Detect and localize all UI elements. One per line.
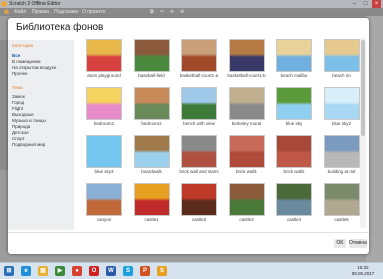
backdrop-label[interactable]: beach rio [320, 73, 364, 79]
backdrop-thumbnail[interactable] [181, 183, 217, 216]
scratch-icon[interactable]: S [157, 266, 167, 276]
menu-bar: ▣ Файл Правка Подсказки О проекте ⧉ ✂ ✢ … [0, 8, 383, 16]
backdrop-thumbnail[interactable] [86, 39, 122, 72]
window-titlebar: Scratch 2 Offline Editor – □ × [0, 0, 383, 8]
backdrop-label[interactable]: castle1 [130, 217, 174, 223]
sidebar-item-underwater[interactable]: Подводный мир [12, 142, 45, 148]
backdrop-thumbnail[interactable] [323, 39, 360, 72]
backdrop-thumbnail[interactable] [323, 87, 360, 120]
backdrop-thumbnail[interactable] [86, 183, 122, 216]
backdrop-thumbnail[interactable] [323, 183, 360, 216]
backdrop-label[interactable]: brick wall2 [272, 169, 316, 175]
backdrop-label[interactable]: blue sky [272, 121, 316, 127]
backdrop-thumbnail[interactable] [86, 87, 122, 120]
backdrop-label[interactable]: basketball-court1-a [177, 73, 221, 79]
menu-file[interactable]: Файл [14, 8, 26, 16]
backdrop-label[interactable]: bench with view [177, 121, 221, 127]
backdrop-label[interactable]: castle4 [272, 217, 316, 223]
backdrop-thumbnail[interactable] [86, 135, 122, 168]
filter-sidebar: Категория Все В помещении На открытом во… [8, 40, 74, 230]
windows-taskbar: 16:32 08.05.2017 ⊞ e ▤ ▶ ● O W S P S [0, 262, 383, 279]
backdrop-thumbnail[interactable] [228, 39, 265, 72]
close-icon[interactable]: × [372, 0, 381, 8]
backdrop-thumbnail[interactable] [276, 39, 312, 72]
grow-icon[interactable]: ✢ [170, 8, 174, 16]
scrollbar-thumb[interactable] [361, 40, 365, 136]
cancel-button[interactable]: Отмена [349, 239, 367, 248]
dialog-title: Библиотека фонов [16, 22, 104, 33]
backdrop-label[interactable]: brick wall and stairs [177, 169, 221, 175]
backdrop-label[interactable]: basketball-court1-b [225, 73, 269, 79]
shrink-icon[interactable]: ✣ [180, 8, 184, 16]
ok-button[interactable]: OK [334, 239, 346, 248]
theme-header: Тема [12, 85, 23, 90]
backdrop-thumbnail[interactable] [276, 135, 312, 168]
maximize-icon[interactable]: □ [361, 0, 370, 8]
dialog-footer: OK Отмена [8, 232, 369, 254]
menu-about[interactable]: О проекте [82, 8, 106, 16]
backdrop-label[interactable]: bedroom2 [130, 121, 174, 127]
backdrop-thumbnail[interactable] [228, 183, 265, 216]
word-icon[interactable]: W [106, 266, 116, 276]
backdrop-thumbnail[interactable] [228, 135, 265, 168]
backdrop-label[interactable]: beach malibu [272, 73, 316, 79]
backdrop-label[interactable]: berkeley mural [225, 121, 269, 127]
backdrop-thumbnail[interactable] [181, 135, 217, 168]
explorer-icon[interactable]: ▤ [38, 266, 48, 276]
backdrop-thumbnail[interactable] [133, 183, 170, 216]
category-header: Категория [12, 43, 34, 48]
backdrop-label[interactable]: building at mit [320, 169, 364, 175]
backdrop-label[interactable]: brick wall1 [225, 169, 269, 175]
backdrop-label[interactable]: atom playground [82, 73, 126, 79]
system-clock[interactable]: 16:32 08.05.2017 [346, 265, 380, 277]
backdrop-grid: atom playground baseball-field basketball-… [82, 37, 369, 231]
ie-icon[interactable]: e [21, 266, 31, 276]
window-title: Scratch 2 Offline Editor [9, 1, 61, 7]
skype-icon[interactable]: S [123, 266, 133, 276]
opera-icon[interactable]: O [89, 266, 99, 276]
cut-icon[interactable]: ✂ [160, 8, 164, 16]
backdrop-label[interactable]: blue sky2 [320, 121, 364, 127]
backdrop-label[interactable]: blue sky3 [82, 169, 126, 175]
scratch-wordmark-icon: ▣ [4, 9, 9, 15]
backdrop-label[interactable]: baseball-field [130, 73, 174, 79]
backdrop-thumbnail[interactable] [133, 87, 170, 120]
backdrop-label[interactable]: castle3 [225, 217, 269, 223]
chrome-icon[interactable]: ● [72, 266, 82, 276]
backdrop-label[interactable]: boardwalk [130, 169, 174, 175]
backdrop-label[interactable]: castle2 [177, 217, 221, 223]
duplicate-icon[interactable]: ⧉ [150, 8, 154, 16]
backdrop-thumbnail[interactable] [133, 39, 170, 72]
backdrop-thumbnail[interactable] [323, 135, 360, 168]
dialog-header: Библиотека фонов [8, 18, 369, 38]
menu-tips[interactable]: Подсказки [54, 8, 78, 16]
grid-scrollbar[interactable] [360, 38, 366, 228]
media-icon[interactable]: ▶ [55, 266, 65, 276]
backdrop-label[interactable]: bedroom1 [82, 121, 126, 127]
backdrop-label[interactable]: canyon [82, 217, 126, 223]
backdrop-thumbnail[interactable] [276, 183, 312, 216]
start-icon[interactable]: ⊞ [4, 266, 14, 276]
backdrop-thumbnail[interactable] [133, 135, 170, 168]
backdrop-thumbnail[interactable] [276, 87, 312, 120]
backdrop-thumbnail[interactable] [228, 87, 265, 120]
clock-date: 08.05.2017 [351, 271, 375, 276]
backdrop-thumbnail[interactable] [181, 39, 217, 72]
minimize-icon[interactable]: – [350, 0, 359, 8]
backdrop-thumbnail[interactable] [181, 87, 217, 120]
backdrop-library-dialog: Библиотека фонов Категория Все В помещен… [8, 18, 369, 254]
sidebar-item-other[interactable]: Прочее [12, 71, 28, 77]
scratch-logo-icon [1, 1, 7, 7]
backdrop-label[interactable]: castle5 [320, 217, 364, 223]
menu-edit[interactable]: Правка [32, 8, 49, 16]
powerpoint-icon[interactable]: P [140, 266, 150, 276]
